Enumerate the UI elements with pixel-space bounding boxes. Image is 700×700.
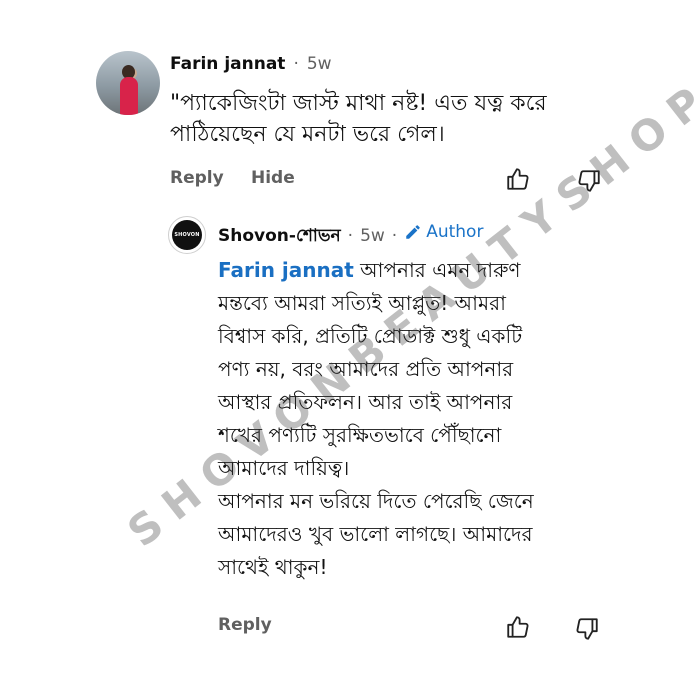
reply-line: আমাদেরও খুব ভালো লাগছে। আমাদের — [218, 522, 533, 546]
reply-line-text: আপনার এমন দারুণ — [353, 258, 521, 282]
reply-line: পণ্য নয়, বরং আমাদের প্রতি আপনার — [218, 357, 514, 381]
reply-line: আমাদের দায়িত্ব। — [218, 456, 350, 480]
reply-line: আপনার মন ভরিয়ে দিতে পেরেছি জেনে — [218, 489, 534, 513]
avatar-figure — [120, 77, 138, 115]
separator-dot: · — [391, 226, 398, 246]
comment-header: Farin jannat · 5w — [170, 54, 332, 74]
reply-line: সাথেই থাকুন! — [218, 555, 328, 579]
comment-line: "প্যাকেজিংটা জাস্ট মাথা নষ্ট! এত যত্ন কর… — [170, 91, 547, 116]
hide-button[interactable]: Hide — [251, 168, 295, 188]
mention-link[interactable]: Farin jannat — [218, 258, 354, 282]
reply-line: আস্থার প্রতিফলন। আর তাই আপনার — [218, 390, 513, 414]
reply-line: শখের পণ্যটি সুরক্ষিতভাবে পৌঁছানো — [218, 423, 502, 447]
reply-body: Farin jannat আপনার এমন দারুণ মন্তব্যে আম… — [218, 254, 688, 584]
author-avatar[interactable]: SHOVON — [168, 216, 206, 254]
author-avatar-logo: SHOVON — [172, 220, 202, 250]
thumbs-up-icon[interactable] — [505, 166, 531, 192]
author-badge-label: Author — [426, 222, 484, 242]
reply-line: মন্তব্যে আমরা সত্যিই আপ্লুত! আমরা — [218, 291, 506, 315]
comment-body: "প্যাকেজিংটা জাস্ট মাথা নষ্ট! এত যত্ন কর… — [170, 88, 690, 150]
thumbs-down-icon[interactable] — [576, 168, 602, 194]
author-badge: Author — [404, 222, 483, 242]
reply-button[interactable]: Reply — [170, 168, 224, 188]
reply-time: 5w — [360, 226, 385, 246]
comment-author[interactable]: Farin jannat — [170, 54, 285, 74]
separator-dot: · — [293, 54, 299, 74]
commenter-avatar[interactable] — [96, 51, 160, 115]
reply-line: Farin jannat আপনার এমন দারুণ — [218, 254, 688, 287]
reply-line: বিশ্বাস করি, প্রতিটি প্রোডাক্ট শুধু একটি — [218, 324, 523, 348]
reply-author[interactable]: Shovon-শোভন — [218, 223, 341, 251]
comment-time: 5w — [306, 54, 332, 74]
separator-dot: · — [347, 226, 354, 246]
pencil-icon — [404, 223, 422, 241]
reply-header: Shovon-শোভন · 5w · Author — [218, 222, 483, 251]
reply-button[interactable]: Reply — [218, 615, 272, 635]
thumbs-down-icon[interactable] — [574, 616, 600, 642]
comment-line: পাঠিয়েছেন যে মনটা ভরে গেল। — [170, 122, 445, 147]
thumbs-up-icon[interactable] — [505, 614, 531, 640]
